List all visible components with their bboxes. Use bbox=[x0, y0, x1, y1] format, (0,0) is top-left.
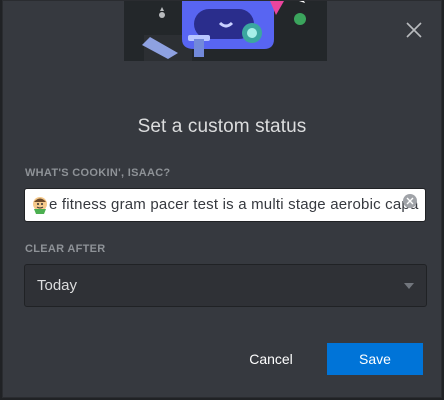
emoji-face-icon[interactable] bbox=[31, 195, 51, 215]
save-button[interactable]: Save bbox=[327, 343, 423, 375]
chevron-down-icon bbox=[404, 283, 414, 289]
custom-status-modal: Set a custom status WHAT'S COOKIN', ISAA… bbox=[2, 0, 442, 398]
modal-footer: Cancel Save bbox=[3, 327, 441, 397]
cancel-button[interactable]: Cancel bbox=[233, 343, 309, 375]
clear-after-label: CLEAR AFTER bbox=[25, 243, 106, 255]
close-icon[interactable] bbox=[403, 19, 425, 41]
status-label: WHAT'S COOKIN', ISAAC? bbox=[25, 167, 171, 179]
status-text[interactable]: e fitness gram pacer test is a multi sta… bbox=[49, 196, 419, 213]
clear-x-icon[interactable] bbox=[403, 194, 417, 208]
modal-title: Set a custom status bbox=[137, 116, 307, 137]
status-input[interactable]: e fitness gram pacer test is a multi sta… bbox=[24, 188, 426, 222]
clear-after-value: Today bbox=[37, 277, 78, 294]
clear-after-select[interactable]: Today bbox=[24, 264, 427, 307]
robot-mascot-illustration bbox=[124, 1, 327, 61]
